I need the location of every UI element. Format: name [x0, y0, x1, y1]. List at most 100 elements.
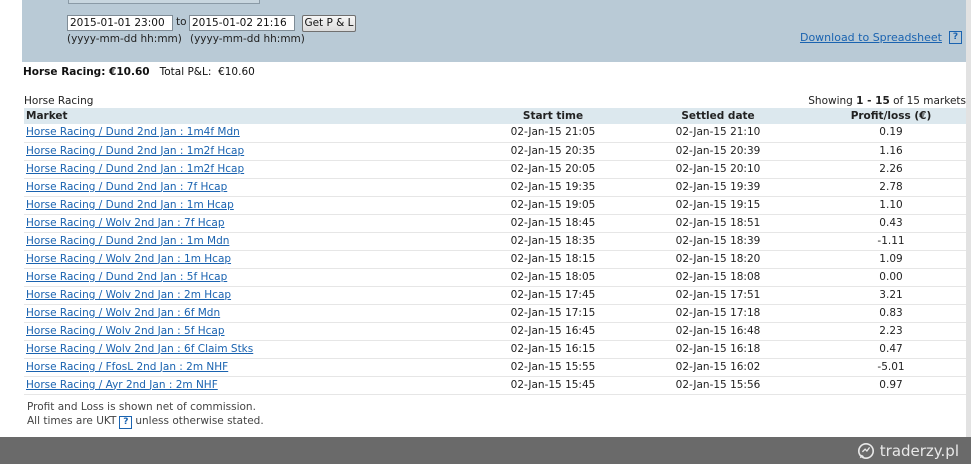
settled-date-cell: 02-Jan-15 18:20 — [675, 252, 761, 265]
header-start-time[interactable]: Start time — [486, 108, 620, 124]
start-time-cell: 02-Jan-15 18:45 — [510, 216, 596, 229]
watermark: traderzy.pl — [857, 441, 959, 461]
header-market[interactable]: Market — [24, 108, 486, 124]
market-cell: Horse Racing / Wolv 2nd Jan : 1m Hcap — [24, 250, 486, 268]
markets-table: Market Start time Settled date Profit/lo… — [24, 108, 966, 395]
profit-loss-cell: 0.43 — [879, 216, 903, 229]
header-profit-loss[interactable]: Profit/loss (€) — [816, 108, 966, 124]
timezone-note: All times are UKT? unless otherwise state… — [27, 414, 264, 429]
table-row: Horse Racing / Wolv 2nd Jan : 6f Claim S… — [24, 340, 966, 358]
profit-loss-cell: 2.26 — [879, 162, 903, 175]
table-row: Horse Racing / Wolv 2nd Jan : 7f Hcap 02-… — [24, 214, 966, 232]
profit-loss-cell: -1.11 — [877, 234, 905, 247]
right-edge-scrollbar[interactable] — [966, 0, 971, 437]
market-link[interactable]: Horse Racing / Dund 2nd Jan : 1m2f Hcap — [26, 145, 244, 157]
profit-loss-cell: 1.09 — [879, 252, 903, 265]
market-cell: Horse Racing / FfosL 2nd Jan : 2m NHF — [24, 358, 486, 376]
market-link[interactable]: Horse Racing / Wolv 2nd Jan : 5f Hcap — [26, 325, 225, 337]
profit-loss-cell: 0.97 — [879, 378, 903, 391]
market-link[interactable]: Horse Racing / Ayr 2nd Jan : 2m NHF — [26, 379, 218, 391]
table-row: Horse Racing / FfosL 2nd Jan : 2m NHF 02-… — [24, 358, 966, 376]
settled-date-cell: 02-Jan-15 16:02 — [675, 360, 761, 373]
market-link[interactable]: Horse Racing / Wolv 2nd Jan : 6f Mdn — [26, 307, 220, 319]
settled-date-cell: 02-Jan-15 16:18 — [675, 342, 761, 355]
showing-count: Showing 1 - 15 of 15 markets — [808, 95, 966, 107]
settled-date-cell: 02-Jan-15 20:39 — [675, 144, 761, 157]
settled-date-cell: 02-Jan-15 16:48 — [675, 324, 761, 337]
market-cell: Horse Racing / Wolv 2nd Jan : 6f Mdn — [24, 304, 486, 322]
start-time-cell: 02-Jan-15 18:15 — [510, 252, 596, 265]
header-settled-date[interactable]: Settled date — [620, 108, 816, 124]
panel-top-edge — [68, 0, 260, 4]
market-cell: Horse Racing / Dund 2nd Jan : 1m Hcap — [24, 196, 486, 214]
market-link[interactable]: Horse Racing / Dund 2nd Jan : 1m Hcap — [26, 199, 234, 211]
download-spreadsheet-link[interactable]: Download to Spreadsheet — [800, 31, 942, 44]
market-link[interactable]: Horse Racing / FfosL 2nd Jan : 2m NHF — [26, 361, 228, 373]
market-link[interactable]: Horse Racing / Wolv 2nd Jan : 7f Hcap — [26, 217, 225, 229]
start-time-cell: 02-Jan-15 17:15 — [510, 306, 596, 319]
market-link[interactable]: Horse Racing / Wolv 2nd Jan : 1m Hcap — [26, 253, 231, 265]
settled-date-cell: 02-Jan-15 18:39 — [675, 234, 761, 247]
market-cell: Horse Racing / Wolv 2nd Jan : 2m Hcap — [24, 286, 486, 304]
sport-total: Horse Racing: €10.60 — [23, 66, 150, 78]
market-link[interactable]: Horse Racing / Dund 2nd Jan : 5f Hcap — [26, 271, 227, 283]
market-cell: Horse Racing / Dund 2nd Jan : 7f Hcap — [24, 178, 486, 196]
watermark-text: traderzy.pl — [879, 442, 959, 460]
showing-range: 1 - 15 — [856, 95, 890, 107]
start-time-cell: 02-Jan-15 18:05 — [510, 270, 596, 283]
profit-loss-cell: 0.00 — [879, 270, 903, 283]
market-cell: Horse Racing / Dund 2nd Jan : 1m2f Hcap — [24, 160, 486, 178]
filter-panel: to Get P & L (yyyy-mm-dd hh:mm) (yyyy-mm… — [22, 0, 966, 62]
profit-loss-cell: 3.21 — [879, 288, 903, 301]
profit-loss-cell: 2.78 — [879, 180, 903, 193]
table-row: Horse Racing / Dund 2nd Jan : 1m2f Hcap 0… — [24, 142, 966, 160]
timezone-help-icon[interactable]: ? — [119, 416, 133, 429]
table-header-row: Market Start time Settled date Profit/lo… — [24, 108, 966, 124]
start-time-cell: 02-Jan-15 19:05 — [510, 198, 596, 211]
market-link[interactable]: Horse Racing / Wolv 2nd Jan : 2m Hcap — [26, 289, 231, 301]
to-format-hint: (yyyy-mm-dd hh:mm) — [190, 33, 305, 45]
table-row: Horse Racing / Wolv 2nd Jan : 1m Hcap 02-… — [24, 250, 966, 268]
start-time-cell: 02-Jan-15 21:05 — [510, 126, 596, 139]
start-time-cell: 02-Jan-15 20:35 — [510, 144, 596, 157]
timezone-note-suffix: unless otherwise stated. — [135, 415, 264, 427]
market-link[interactable]: Horse Racing / Wolv 2nd Jan : 6f Claim S… — [26, 343, 253, 355]
table-row: Horse Racing / Dund 2nd Jan : 7f Hcap 02-… — [24, 178, 966, 196]
market-link[interactable]: Horse Racing / Dund 2nd Jan : 1m Mdn — [26, 235, 229, 247]
table-row: Horse Racing / Wolv 2nd Jan : 2m Hcap 02-… — [24, 286, 966, 304]
table-row: Horse Racing / Dund 2nd Jan : 1m2f Hcap 0… — [24, 160, 966, 178]
to-label: to — [176, 16, 187, 28]
start-time-cell: 02-Jan-15 17:45 — [510, 288, 596, 301]
market-cell: Horse Racing / Dund 2nd Jan : 5f Hcap — [24, 268, 486, 286]
profit-loss-cell: 2.23 — [879, 324, 903, 337]
market-cell: Horse Racing / Ayr 2nd Jan : 2m NHF — [24, 376, 486, 394]
from-date-input[interactable] — [67, 15, 173, 31]
bottom-bar — [0, 437, 971, 464]
market-cell: Horse Racing / Wolv 2nd Jan : 6f Claim S… — [24, 340, 486, 358]
download-help-icon[interactable]: ? — [949, 31, 962, 44]
profit-loss-cell: 0.19 — [879, 126, 903, 139]
pl-summary: Horse Racing: €10.60 Total P&L: €10.60 — [23, 66, 255, 78]
table-row: Horse Racing / Wolv 2nd Jan : 6f Mdn 02-J… — [24, 304, 966, 322]
profit-loss-cell: 1.16 — [879, 144, 903, 157]
table-row: Horse Racing / Dund 2nd Jan : 1m4f Mdn 02… — [24, 124, 966, 142]
settled-date-cell: 02-Jan-15 18:08 — [675, 270, 761, 283]
from-format-hint: (yyyy-mm-dd hh:mm) — [67, 33, 182, 45]
settled-date-cell: 02-Jan-15 21:10 — [675, 126, 761, 139]
showing-of: of 15 markets — [893, 95, 966, 107]
get-pl-button[interactable]: Get P & L — [302, 15, 356, 32]
settled-date-cell: 02-Jan-15 17:18 — [675, 306, 761, 319]
showing-prefix: Showing — [808, 95, 853, 107]
market-link[interactable]: Horse Racing / Dund 2nd Jan : 1m4f Mdn — [26, 126, 240, 138]
market-link[interactable]: Horse Racing / Dund 2nd Jan : 7f Hcap — [26, 181, 227, 193]
market-cell: Horse Racing / Wolv 2nd Jan : 7f Hcap — [24, 214, 486, 232]
settled-date-cell: 02-Jan-15 18:51 — [675, 216, 761, 229]
total-value: €10.60 — [218, 66, 255, 78]
to-date-input[interactable] — [189, 15, 295, 31]
market-link[interactable]: Horse Racing / Dund 2nd Jan : 1m2f Hcap — [26, 163, 244, 175]
start-time-cell: 02-Jan-15 20:05 — [510, 162, 596, 175]
section-title: Horse Racing — [24, 95, 94, 107]
settled-date-cell: 02-Jan-15 20:10 — [675, 162, 761, 175]
profit-loss-cell: 0.83 — [879, 306, 903, 319]
profit-loss-cell: 0.47 — [879, 342, 903, 355]
